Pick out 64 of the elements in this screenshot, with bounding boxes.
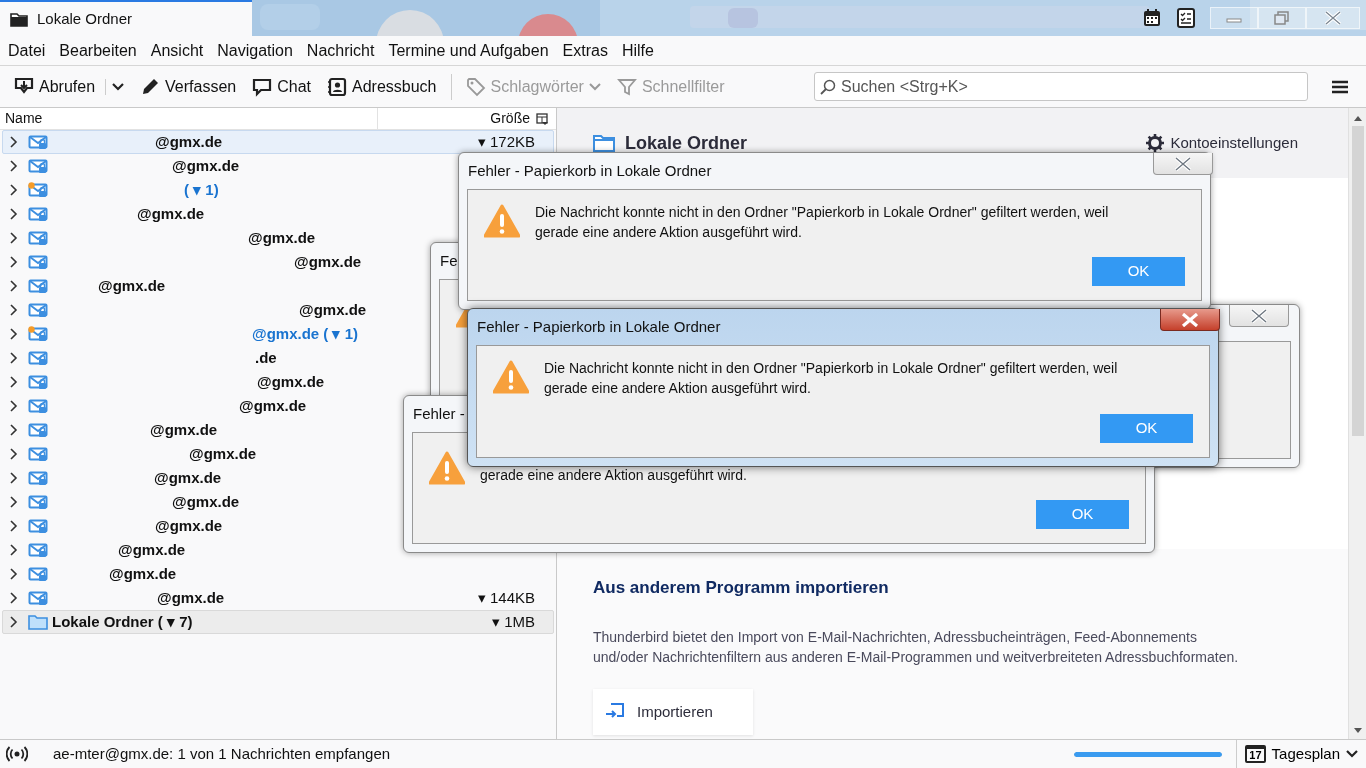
menu-item[interactable]: Termine und Aufgaben [388,38,549,63]
folder-row[interactable]: @gmx.de [2,562,554,586]
folder-row[interactable]: @gmx.de ▾ 144KB [2,586,554,610]
calendar-day-icon: 17 [1245,745,1266,763]
toolbar-button[interactable]: Adressbuch [321,70,443,103]
folder-row[interactable]: @gmx.de [2,274,554,298]
folder-name: @gmx.de [150,419,218,440]
dialog-title: Fe [440,250,458,271]
folder-row[interactable]: @gmx.de ▾ 172KB [2,130,554,154]
folder-name: @gmx.de [155,131,223,152]
dialog-title: Fehler - Papierkorb in Lokale Ordner [468,160,712,181]
folder-size: ▾ 144KB [477,587,536,608]
folder-name: @gmx.de [248,227,316,248]
folder-row[interactable]: @gmx.de [2,538,554,562]
folder-size: ▾ 1MB [492,611,536,632]
folder-name: @gmx.de [157,587,225,608]
search-field[interactable]: Suchen <Strg+K> [814,72,1308,101]
folder-row[interactable]: @gmx.de [2,442,554,466]
folder-name: @gmx.de [299,299,367,320]
folder-row[interactable]: ( ▾ 1) [2,178,554,202]
folder-name: @gmx.de [118,539,186,560]
folder-name: Lokale Ordner ( ▾ 7) [52,611,193,632]
folder-name: @gmx.de [257,371,325,392]
folder-name: @gmx.de [98,275,166,296]
toolbar-button[interactable]: Abrufen [8,70,102,103]
folder-name: @gmx.de [109,563,177,584]
status-text: ae-mter@gmx.de: 1 von 1 Nachrichten empfangen [53,743,391,764]
menu-item[interactable]: Extras [562,38,608,63]
folder-name: .de [255,347,277,368]
toolbar-button[interactable]: Verfassen [134,70,243,103]
menu-item[interactable]: Hilfe [621,38,654,63]
menu-item[interactable]: Ansicht [150,38,204,63]
account-title: Lokale Ordner [625,131,748,155]
folder-name: @gmx.de ( ▾ 1) [252,323,358,344]
tab-title: Lokale Ordner [37,8,133,29]
column-header[interactable]: Größe [490,108,536,129]
dialog-message: gerade eine andere Aktion ausgeführt wird. [480,466,748,485]
folder-name: @gmx.de [155,515,223,536]
folder-row[interactable]: @gmx.de [2,514,554,538]
menu-item[interactable]: Nachricht [306,38,375,63]
section-text: Thunderbird bietet den Import von E-Mail-Nachrichten, Adressbucheinträgen, Feed-Abonnements und/oder Nachrichtenfiltern aus anderen E-Mail-Programmen und weitverbreiteten Adressbuchformaten. [593,627,1240,667]
menu-item[interactable]: Navigation [217,38,293,63]
toolbar-button[interactable]: Chat [246,70,317,103]
account-settings-link[interactable]: Kontoeinstellungen [1140,130,1304,156]
dialog-message: Die Nachricht konnte nicht in den Ordner "Papierkorb in Lokale Ordner" gefiltert werden, weil gerade eine andere Aktion ausgeführt wird. [535,203,1110,242]
folder-name: @gmx.de [137,203,205,224]
folder-row[interactable]: @gmx.de [2,490,554,514]
window-tab[interactable]: Lokale Ordner [0,0,252,36]
folder-name: @gmx.de [189,443,257,464]
section-heading: Aus anderem Programm importieren [593,577,890,599]
folder-name: @gmx.de [239,395,307,416]
today-pane-button[interactable]: 17 Tagesplan [1236,740,1366,768]
column-header[interactable]: Name [0,108,378,129]
dialog-message: Die Nachricht konnte nicht in den Ordner "Papierkorb in Lokale Ordner" gefiltert werden, weil gerade eine andere Aktion ausgeführt wird. [544,359,1119,398]
menu-item[interactable]: Bearbeiten [59,38,137,63]
import-button[interactable]: Importieren [593,688,753,735]
menu-item[interactable]: Datei [8,38,46,63]
folder-name: @gmx.de [172,155,240,176]
folder-name: @gmx.de [154,467,222,488]
folder-name: ( ▾ 1) [184,179,219,200]
folder-name: @gmx.de [172,491,240,512]
folder-size: ▾ 172KB [477,131,536,152]
folder-name: @gmx.de [294,251,362,272]
folder-row[interactable]: Lokale Ordner ( ▾ 7) ▾ 1MB [2,610,554,634]
